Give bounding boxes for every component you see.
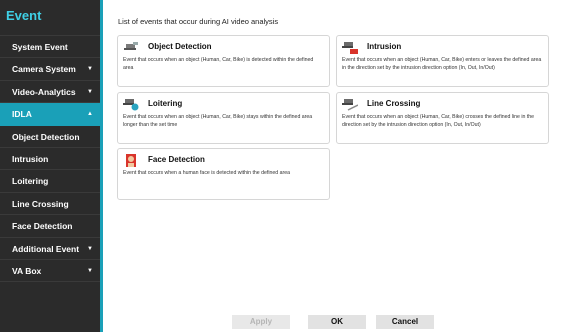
event-card-description: Event that occurs when a human face is d… <box>123 170 290 176</box>
sidebar-item-label: Object Detection <box>12 131 80 142</box>
sidebar-item-intrusion[interactable]: Intrusion <box>0 148 100 171</box>
sidebar-item-label: Intrusion <box>12 153 49 164</box>
sidebar-item-idla[interactable]: IDLA ▲ <box>0 103 100 126</box>
event-card-description: Event that occurs when an object (Human,… <box>342 114 535 128</box>
event-card-description: Event that occurs when an object (Human,… <box>123 114 313 128</box>
sidebar-item-label: System Event <box>12 42 68 52</box>
event-card-line-crossing[interactable]: Line Crossing Event that occurs when an … <box>336 92 549 144</box>
sidebar-item-label: Loitering <box>12 176 49 187</box>
chevron-down-icon: ▼ <box>87 245 93 252</box>
intrusion-icon <box>342 42 358 54</box>
sidebar-item-camera-system[interactable]: Camera System ▼ <box>0 58 100 81</box>
event-card-description: Event that occurs when an object (Human,… <box>342 57 542 71</box>
sidebar-item-label: Video-Analytics <box>12 86 76 97</box>
event-card-object-detection[interactable]: Object Detection Event that occurs when … <box>117 35 330 87</box>
ok-button[interactable]: OK <box>308 315 366 329</box>
sidebar-item-label: Face Detection <box>12 221 73 232</box>
sidebar-item-video-analytics[interactable]: Video-Analytics ▼ <box>0 81 100 104</box>
event-card-title: Loitering <box>148 99 183 108</box>
sidebar-item-label: IDLA <box>12 109 32 120</box>
sidebar-item-label: VA Box <box>12 265 42 276</box>
event-settings-window: Event System Event Camera System ▼ Video… <box>0 0 565 332</box>
main-panel: List of events that occur during AI vide… <box>103 0 565 332</box>
event-card-title: Face Detection <box>148 155 205 164</box>
sidebar: Event System Event Camera System ▼ Video… <box>0 0 103 332</box>
sidebar-title: Event <box>0 0 100 36</box>
sidebar-item-loitering[interactable]: Loitering <box>0 170 100 193</box>
loitering-icon <box>123 99 139 111</box>
chevron-down-icon: ▼ <box>87 88 93 95</box>
event-card-title: Line Crossing <box>367 99 421 108</box>
event-card-intrusion[interactable]: Intrusion Event that occurs when an obje… <box>336 35 549 87</box>
sidebar-item-label: Additional Event <box>12 243 80 254</box>
event-card-title: Intrusion <box>367 42 402 51</box>
sidebar-item-face-detection[interactable]: Face Detection <box>0 215 100 238</box>
sidebar-item-line-crossing[interactable]: Line Crossing <box>0 193 100 216</box>
event-card-title: Object Detection <box>148 42 212 51</box>
sidebar-item-label: Camera System <box>12 64 76 75</box>
chevron-down-icon: ▼ <box>87 267 93 274</box>
chevron-down-icon: ▼ <box>87 66 93 73</box>
event-card-face-detection[interactable]: Face Detection Event that occurs when a … <box>117 148 330 200</box>
sidebar-item-label: Line Crossing <box>12 198 69 209</box>
sidebar-item-object-detection[interactable]: Object Detection <box>0 126 100 148</box>
object-detection-icon <box>123 41 139 54</box>
apply-button[interactable]: Apply <box>232 315 290 329</box>
sidebar-item-va-box[interactable]: VA Box ▼ <box>0 260 100 283</box>
chevron-up-icon: ▲ <box>87 111 93 118</box>
sidebar-item-system-event[interactable]: System Event <box>0 36 100 59</box>
sidebar-item-additional-event[interactable]: Additional Event ▼ <box>0 238 100 260</box>
line-crossing-icon <box>342 99 358 111</box>
face-detection-icon <box>126 154 136 167</box>
cancel-button[interactable]: Cancel <box>376 315 434 329</box>
page-heading: List of events that occur during AI vide… <box>118 17 279 26</box>
event-card-loitering[interactable]: Loitering Event that occurs when an obje… <box>117 92 330 144</box>
event-card-description: Event that occurs when an object (Human,… <box>123 57 314 71</box>
